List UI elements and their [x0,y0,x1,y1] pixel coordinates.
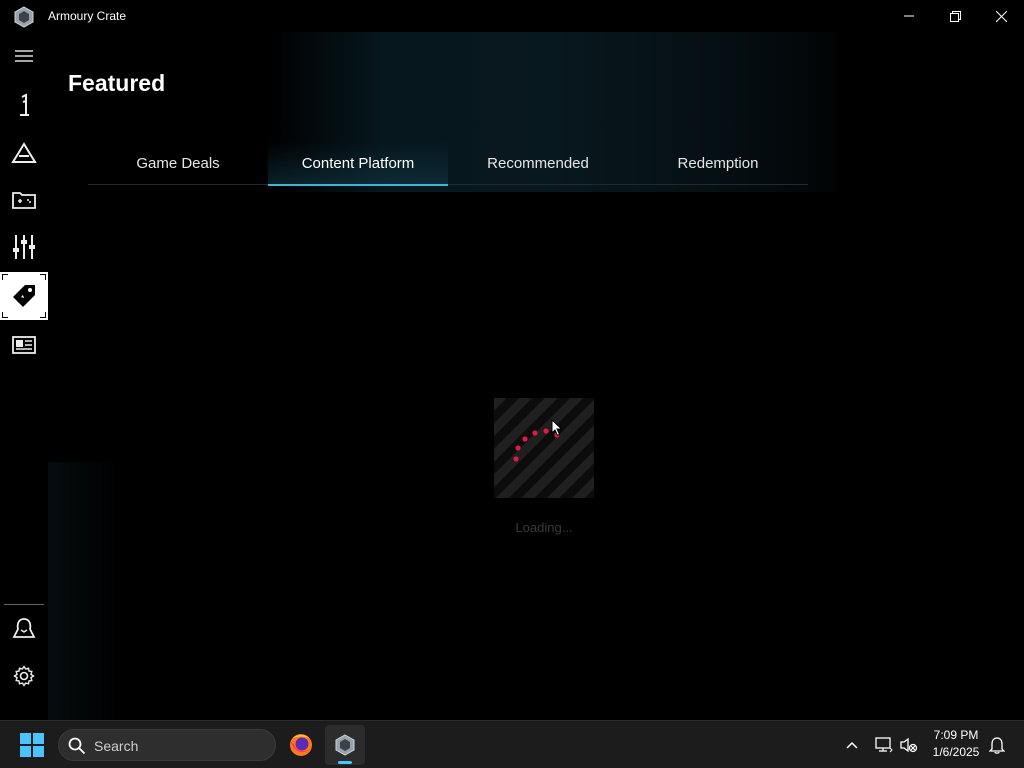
tab-recommended[interactable]: Recommended [448,142,628,185]
taskbar-search[interactable]: Search [58,729,276,761]
page-title: Featured [68,70,166,96]
sidebar-item-news[interactable] [0,321,48,369]
close-icon [995,10,1007,22]
hamburger-menu-icon [15,50,33,62]
taskbar: Search 7:09 PM 1/6/2025 [0,720,1024,768]
game-library-icon [12,192,36,209]
search-placeholder: Search [94,738,139,754]
clock-date: 1/6/2025 [932,745,980,759]
volume-button[interactable] [897,733,921,757]
tab-bar: Game Deals Content Platform Recommended … [88,142,808,186]
sidebar [0,32,48,720]
gear-icon [13,665,35,687]
aura-triangle-icon [11,142,37,163]
running-indicator [338,761,352,764]
main-content: Featured Game Deals Content Platform Rec… [48,32,1024,720]
show-hidden-icons-button[interactable] [840,733,864,757]
firefox-icon [290,734,312,756]
start-button[interactable] [13,731,51,759]
restore-button[interactable] [932,0,978,32]
sliders-icon [13,235,35,259]
minimize-icon [904,15,914,17]
home-1-icon [20,93,29,116]
search-icon [68,737,86,755]
taskbar-clock[interactable]: 7:09 PM 1/6/2025 [922,727,990,761]
window-title: Armoury Crate [48,9,127,23]
taskbar-firefox[interactable] [281,725,321,765]
loading-dots-icon [513,428,560,462]
network-button[interactable] [872,733,896,757]
tab-game-deals[interactable]: Game Deals [88,142,268,185]
sidebar-item-featured[interactable] [0,272,48,320]
notifications-button[interactable] [985,733,1009,757]
taskbar-armoury-crate[interactable] [325,725,365,765]
sidebar-item-user-center[interactable] [0,605,48,653]
sidebar-menu-button[interactable] [0,32,48,80]
restore-icon [949,10,961,22]
clock-time: 7:09 PM [933,728,979,742]
sidebar-item-settings[interactable] [0,652,48,700]
speaker-muted-icon [900,737,918,753]
user-center-icon [12,618,36,638]
loading-text: Loading... [515,520,573,535]
title-bar: Armoury Crate [0,0,1024,32]
chevron-up-icon [846,741,858,749]
notification-bell-icon [989,737,1005,754]
armoury-crate-icon [335,734,355,756]
sidebar-item-aura[interactable] [0,129,48,177]
news-icon [12,336,36,354]
tag-icon [13,285,35,307]
mouse-cursor-icon [551,419,563,437]
close-button[interactable] [978,0,1024,32]
tab-content-platform[interactable]: Content Platform [268,142,448,186]
minimize-button[interactable] [886,0,932,32]
sidebar-item-game-library[interactable] [0,176,48,224]
windows-logo-icon [20,733,44,757]
sidebar-item-home[interactable] [0,82,48,130]
loading-spinner [494,398,594,498]
network-icon [875,737,893,753]
tab-redemption[interactable]: Redemption [628,142,808,185]
armoury-crate-logo-icon [14,6,34,28]
sidebar-item-scenario-profiles[interactable] [0,223,48,271]
background-glow-left [48,462,118,720]
